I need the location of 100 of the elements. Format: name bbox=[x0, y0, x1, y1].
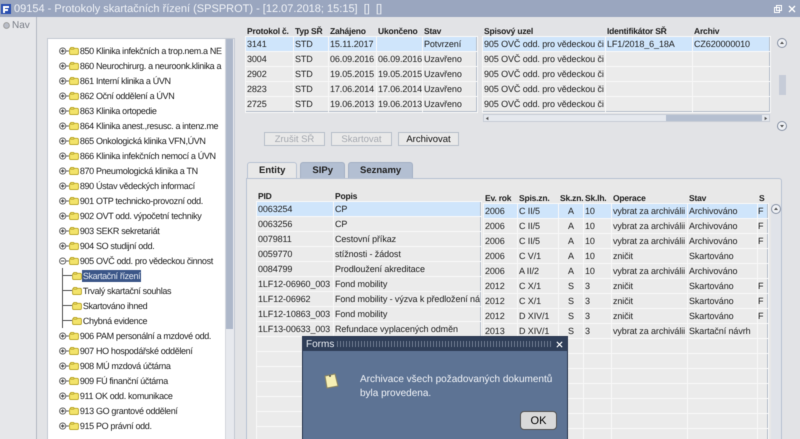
tree-item[interactable]: 860 Neurochirurg. a neuroonk.klinika a bbox=[78, 60, 222, 72]
table-row[interactable]: 905 OVČ odd. pro vědeckou či bbox=[483, 52, 770, 67]
table-cell: zničit bbox=[612, 294, 688, 309]
tree-item[interactable]: 908 MÚ mzdová účtárna bbox=[78, 360, 172, 372]
table-cell: 1LF12-06960_003 bbox=[257, 277, 334, 292]
table-cell: 2012 bbox=[484, 309, 518, 324]
table-cell: 19.05.2015 bbox=[377, 67, 423, 82]
table-cell: STD bbox=[294, 67, 329, 82]
table-cell: 2006 bbox=[484, 204, 518, 219]
column-header: Protokol č. bbox=[246, 26, 290, 37]
tree-item[interactable]: 913 GO grantové oddělení bbox=[78, 404, 179, 416]
tree-item[interactable]: 907 HO hospodářské oddělení bbox=[78, 344, 194, 356]
table-cell: 905 OVČ odd. pro vědeckou či bbox=[483, 37, 606, 52]
dialog-title: Forms bbox=[306, 338, 334, 350]
table-cell: 0063256 bbox=[257, 217, 334, 232]
table-cell: Skartováno bbox=[688, 279, 758, 294]
table-row[interactable]: 3141 STD 15.11.2017 Potvrzení bbox=[246, 37, 477, 52]
table-cell: Archivováno bbox=[688, 204, 758, 219]
tree-item[interactable]: 902 OVT odd. výpočetní techniky bbox=[78, 210, 202, 222]
table-row[interactable]: 2012 C X/1 S 3 zničit Skartováno F bbox=[484, 279, 768, 294]
tree-item[interactable]: Chybná evidence bbox=[82, 314, 148, 326]
column-header: Popis bbox=[334, 191, 358, 202]
table-cell: 905 OVČ odd. pro vědeckou či bbox=[483, 82, 606, 97]
tree-item[interactable]: 906 PAM personální a mzdové odd. bbox=[78, 330, 212, 342]
tab[interactable]: Entity bbox=[247, 162, 298, 178]
table-row[interactable]: 0059770 stížnosti - žádost bbox=[257, 247, 481, 262]
table-cell: 1LF12-10863_003 bbox=[257, 307, 334, 322]
table-row[interactable]: 2006 C V/1 A 10 zničit Skartováno bbox=[484, 249, 768, 264]
table-cell: STD bbox=[294, 52, 329, 67]
table-row[interactable]: 905 OVČ odd. pro vědeckou či bbox=[483, 97, 770, 112]
table-cell: 10 bbox=[584, 204, 612, 219]
table-cell: CZ620000010 bbox=[693, 37, 770, 52]
tree-item[interactable]: 863 Klinika ortopedie bbox=[78, 104, 158, 116]
tab[interactable]: Seznamy bbox=[348, 162, 414, 178]
column-header: Identifikátor SŘ bbox=[606, 26, 668, 37]
tree-item[interactable]: Trvalý skartační souhlas bbox=[82, 284, 172, 296]
column-header: Sk.zn. bbox=[559, 193, 584, 204]
tree-item[interactable]: Skartováno ihned bbox=[82, 300, 148, 312]
tree-item[interactable]: 862 Oční oddělení a ÚVN bbox=[78, 90, 176, 102]
tree-item[interactable]: 866 Klinika infekčních nemocí a ÚVN bbox=[78, 150, 217, 162]
table-cell: C II/5 bbox=[518, 204, 559, 219]
tree-item[interactable]: 850 Klinika infekčních a trop.nem.a NE bbox=[78, 44, 223, 56]
table-cell: 10 bbox=[584, 264, 612, 279]
table-cell: A II/2 bbox=[518, 264, 559, 279]
table-cell: F bbox=[758, 234, 768, 249]
table-row[interactable]: 0063254 CP bbox=[257, 202, 481, 217]
table-cell: STD bbox=[294, 82, 329, 97]
action-button[interactable]: Archivovat bbox=[398, 132, 459, 146]
table-cell: LF1/2018_6_18A bbox=[606, 37, 693, 52]
table-cell: stížnosti - žádost bbox=[334, 247, 481, 262]
table-row[interactable]: 905 OVČ odd. pro vědeckou či bbox=[483, 82, 770, 97]
tree-item[interactable]: 865 Onkologická klinika VFN,ÚVN bbox=[78, 134, 207, 146]
column-header: Zahájeno bbox=[329, 26, 367, 37]
tree-item[interactable]: 870 Pneumologická klinika a TN bbox=[78, 164, 199, 176]
table-cell: Skartováno bbox=[688, 249, 758, 264]
table-row[interactable]: 2725 STD 19.06.2013 19.06.2013 Uzavřeno bbox=[246, 97, 477, 112]
tree-item[interactable]: 903 SEKR sekretariát bbox=[78, 224, 160, 236]
table-cell: Skartační návrh bbox=[688, 324, 758, 339]
table-cell: Uzavřeno bbox=[423, 52, 477, 67]
tree-item[interactable]: 905 OVČ odd. pro vědeckou činnost bbox=[78, 254, 214, 266]
table-cell: 2012 bbox=[484, 279, 518, 294]
tree-item[interactable]: 890 Ústav vědeckých informací bbox=[78, 180, 196, 192]
table-row[interactable]: 905 OVČ odd. pro vědeckou či bbox=[483, 67, 770, 82]
tree-item[interactable]: 861 Interní klinika a ÚVN bbox=[78, 74, 172, 86]
column-header: Archiv bbox=[693, 26, 720, 37]
table-cell: Uzavřeno bbox=[423, 82, 477, 97]
column-header: S bbox=[758, 193, 766, 204]
table-cell: Refundace vyplacených odměn bbox=[334, 322, 481, 337]
table-cell: zničit bbox=[612, 279, 688, 294]
table-cell: 17.06.2014 bbox=[377, 82, 423, 97]
tree-item[interactable]: 909 FÚ finanční účtárna bbox=[78, 374, 169, 386]
table-cell: 0079811 bbox=[257, 232, 334, 247]
tree-item[interactable]: 911 OK odd. komunikace bbox=[78, 390, 174, 402]
table-cell: 905 OVČ odd. pro vědeckou či bbox=[483, 52, 606, 67]
table-row[interactable]: 2012 D XIV/1 S 3 zničit Skartováno F bbox=[484, 309, 768, 324]
table-cell: C II/5 bbox=[518, 219, 559, 234]
table-cell: Fond mobility bbox=[334, 307, 481, 322]
table-cell: F bbox=[758, 279, 768, 294]
table-cell: C II/5 bbox=[518, 234, 559, 249]
table-cell: 0059770 bbox=[257, 247, 334, 262]
table-cell: 19.06.2013 bbox=[329, 97, 377, 112]
tree-item[interactable]: 915 PO právní odd. bbox=[78, 420, 153, 432]
table-cell: C X/1 bbox=[518, 279, 559, 294]
table-row[interactable]: 0063256 CP bbox=[257, 217, 481, 232]
column-header: PID bbox=[257, 191, 273, 202]
ok-button[interactable]: OK bbox=[520, 411, 557, 430]
table-row[interactable]: 0079811 Cestovní příkaz bbox=[257, 232, 481, 247]
column-header: Ev. rok bbox=[484, 193, 512, 204]
tree-item[interactable]: 901 OTP technicko-provozní odd. bbox=[78, 194, 204, 206]
table-cell: Cestovní příkaz bbox=[334, 232, 481, 247]
tree-item[interactable]: Skartační řízení bbox=[82, 270, 142, 282]
tree-item[interactable]: 864 Klinika anest.,resusc. a intenz.me bbox=[78, 120, 220, 132]
table-cell: 3 bbox=[584, 324, 612, 339]
tree-item[interactable]: 904 SO studijní odd. bbox=[78, 240, 156, 252]
table-cell: 3 bbox=[584, 309, 612, 324]
table-row[interactable]: 2012 C X/1 S 3 zničit Skartováno F bbox=[484, 294, 768, 309]
table-cell: 10 bbox=[584, 234, 612, 249]
table-cell: vybrat za archiválii bbox=[612, 204, 688, 219]
tab[interactable]: SIPy bbox=[300, 162, 345, 178]
table-cell: 10 bbox=[584, 249, 612, 264]
